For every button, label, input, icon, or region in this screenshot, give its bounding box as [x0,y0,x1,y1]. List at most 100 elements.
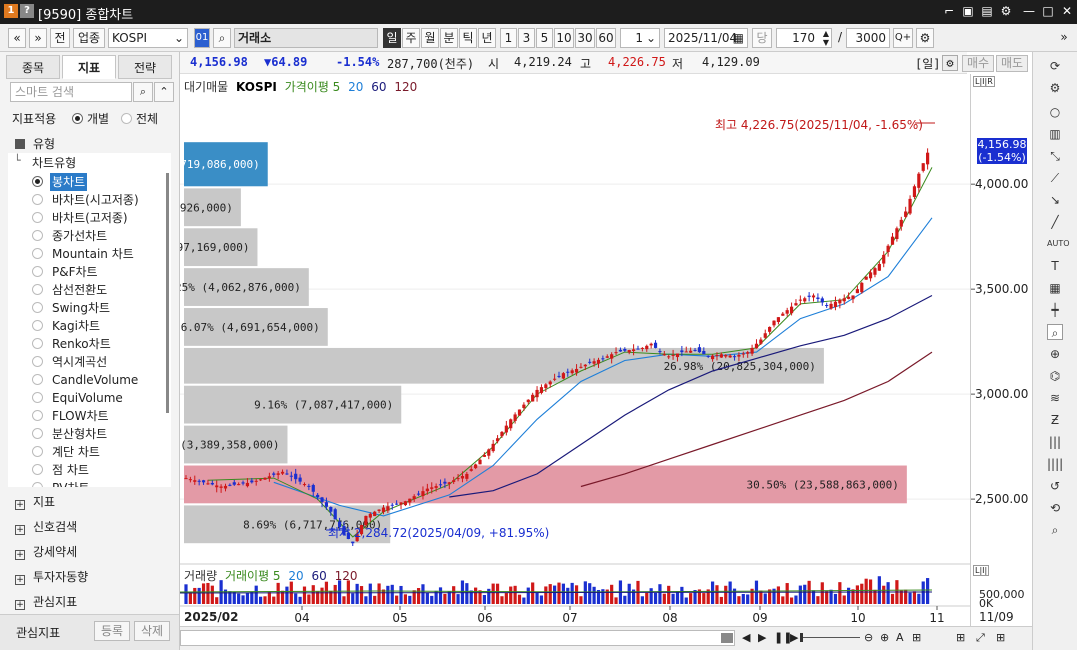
axis-mode-icon[interactable]: L|I|R [973,76,995,87]
text-tool-icon[interactable]: T [1047,258,1063,274]
option-individual[interactable]: 개별 [72,110,109,127]
sector-button[interactable]: 업종 [73,28,105,48]
vertical-lines-icon[interactable]: ||| [1047,434,1063,450]
gear-icon[interactable]: ⚙ [916,28,934,48]
tab-strategy[interactable]: 전략 [118,55,172,79]
count-select[interactable]: 1 ⌄ [620,28,660,48]
gear-icon[interactable]: ⚙ [998,3,1014,19]
period-week[interactable]: 주 [402,28,420,48]
total-field[interactable]: 3000 [846,28,890,48]
candle-body [618,349,623,352]
zigzag-icon[interactable]: Ƶ [1047,412,1063,428]
undo-icon[interactable]: ↺ [1047,478,1063,494]
grid-icon[interactable]: ⊞ [996,631,1005,644]
gear-icon[interactable]: ⚙ [942,55,958,71]
interval-10[interactable]: 10 [554,28,574,48]
time-scrollbar[interactable] [180,630,735,646]
tab-stock[interactable]: 종목 [6,55,60,79]
rotate-icon[interactable]: ⟲ [1047,500,1063,516]
pattern-tool-icon[interactable]: ▦ [1047,280,1063,296]
dang-button[interactable]: 당 [752,28,772,48]
grid-lines-icon[interactable]: |||| [1047,456,1063,472]
circle-icon[interactable]: ○ [1047,104,1063,120]
period-minute[interactable]: 분 [440,28,458,48]
section-favorite[interactable]: + 관심지표 [15,593,77,610]
list-scrollbar[interactable] [166,173,169,413]
rewind-icon[interactable]: ◀ [742,631,750,644]
delete-button[interactable]: 삭제 [134,621,170,641]
diagonal-tool-icon[interactable]: ╱ [1047,214,1063,230]
next-button[interactable]: » [29,28,47,48]
candle-body [899,219,903,227]
trend-tool-icon[interactable]: ⤡ [1047,148,1063,164]
app-badge-icon[interactable]: 1 [4,4,18,18]
layout-icon[interactable]: ▣ [960,3,976,19]
search-icon[interactable]: ⌕ [133,82,153,102]
section-investor[interactable]: + 투자자동향 [15,568,88,585]
interval-5[interactable]: 5 [536,28,553,48]
zoom-out-icon[interactable]: ⊖ [864,631,873,644]
tab-indicator[interactable]: 지표 [62,55,116,79]
price-chart[interactable]: 3.52% (2,719,086,000) 2.40% (1,855,926,00… [94,74,970,626]
expand-icon[interactable]: » [1057,28,1071,48]
register-button[interactable]: 등록 [94,621,130,641]
sell-button[interactable]: 매도 [996,55,1028,72]
interval-1[interactable]: 1 [500,28,517,48]
help-icon[interactable]: ? [20,4,34,18]
section-signal-search[interactable]: + 신호검색 [15,518,77,535]
axis-mode-icon[interactable]: L|I| [973,565,990,576]
section-strength[interactable]: + 강세약세 [15,543,77,560]
forward-icon[interactable]: ▶ [758,631,766,644]
date-field[interactable]: 2025/11/04 ▦ [664,28,748,48]
prev-button[interactable]: « [8,28,26,48]
period-day[interactable]: 일 [383,28,401,48]
auto-trend-icon[interactable]: AUTO [1047,236,1070,252]
gear-icon[interactable]: ⚙ [1047,80,1063,96]
section-indicator[interactable]: + 지표 [15,493,55,510]
chart-icon[interactable]: ▥ [1047,126,1063,142]
magnify-icon[interactable]: ⊕ [1047,346,1063,362]
market-field[interactable]: 거래소 [234,28,378,48]
search-icon[interactable]: ⌕ [213,28,231,48]
play-icon[interactable]: ▶ [790,631,798,644]
layout-icon[interactable]: ⊞ [912,631,921,644]
close-button[interactable]: ✕ [1059,3,1075,19]
screenshot-icon[interactable]: ▤ [979,3,995,19]
search-icon[interactable]: ⌕ [1047,522,1063,538]
collapse-icon[interactable]: ⌃ [154,82,174,102]
buy-button[interactable]: 매수 [962,55,994,72]
link-icon[interactable]: ⌐ [941,3,957,19]
period-tick[interactable]: 틱 [459,28,477,48]
section-type[interactable]: 유형 [15,135,55,152]
scroll-thumb[interactable] [721,633,733,643]
period-month[interactable]: 월 [421,28,439,48]
zoom-icon[interactable]: Q+ [893,28,913,48]
fibonacci-icon[interactable]: ≋ [1047,390,1063,406]
jeon-button[interactable]: 전 [50,28,70,48]
font-size-icon[interactable]: A [896,631,904,644]
price-axis[interactable]: 4,000.00 3,500.00 3,000.00 2,500.00 500,000 0… [970,74,1032,626]
candle-tool-icon[interactable]: ┿ [1047,302,1063,318]
ray-tool-icon[interactable]: ↘ [1047,192,1063,208]
index-select[interactable]: KOSPI ⌄ [108,28,188,48]
code-badge[interactable]: 01 [194,28,210,48]
maximize-button[interactable]: □ [1040,3,1056,19]
x-tick-label: 06 [477,611,492,625]
option-all[interactable]: 전체 [121,110,158,127]
zoom-in-icon[interactable]: ⊕ [880,631,889,644]
speed-slider[interactable] [800,633,860,643]
split-icon[interactable]: ⊞ [956,631,965,644]
analysis-icon[interactable]: ⌬ [1047,368,1063,384]
line-tool-icon[interactable]: ⟋ [1047,170,1063,186]
minimize-button[interactable]: — [1021,3,1037,19]
chart-area[interactable]: 3.52% (2,719,086,000) 2.40% (1,855,926,00… [94,74,970,626]
smart-search-input[interactable]: 스마트 검색 [10,82,132,102]
refresh-icon[interactable]: ⟳ [1047,58,1063,74]
fullscreen-icon[interactable]: ⤢ [976,631,985,645]
interval-60[interactable]: 60 [596,28,616,48]
period-year[interactable]: 년 [478,28,496,48]
interval-30[interactable]: 30 [575,28,595,48]
bars-field[interactable]: 170 ▲ ▼ [776,28,832,48]
interval-3[interactable]: 3 [518,28,535,48]
zoom-icon[interactable]: ⌕ [1047,324,1063,340]
